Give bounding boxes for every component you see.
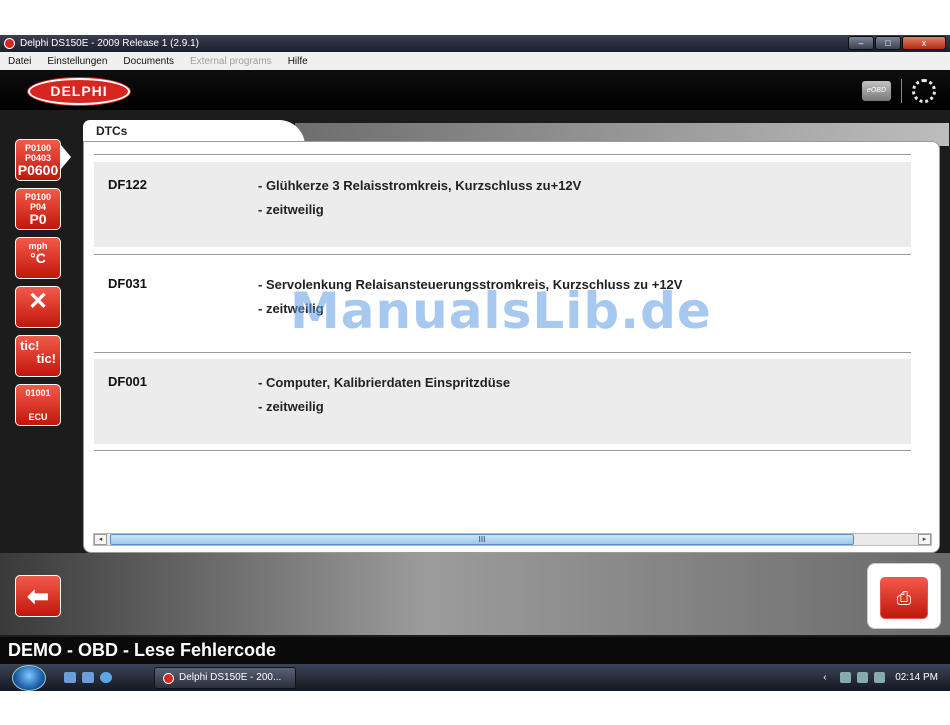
window-controls: – □ x [847,36,946,50]
app-icon [4,38,15,49]
switch-windows-icon[interactable] [82,672,94,683]
scroll-right-button[interactable]: ▸ [918,534,931,545]
print-button[interactable]: ⎙ [880,577,928,619]
system-tray: ‹ 02:14 PM [823,664,938,691]
taskbar-app-label: Delphi DS150E - 200... [179,672,282,683]
divider [94,450,911,451]
dtc-code: DF122 [108,177,148,192]
horizontal-scrollbar[interactable]: ◂ III ▸ [93,533,932,546]
ecu-button[interactable]: 01001 ECU [15,384,61,426]
menu-hilfe[interactable]: Hilfe [280,56,316,67]
dtc-text: - Computer, Kalibrierdaten Einspritzdüse [258,375,511,390]
divider [94,254,911,255]
dtc-code: DF031 [108,276,148,291]
volume-icon[interactable] [874,672,886,683]
read-dtc-icon: P0100 P0403 [24,143,52,163]
screen: Delphi DS150E - 2009 Release 1 (2.9.1) –… [0,35,950,691]
close-button[interactable]: x [902,36,946,50]
divider [94,352,911,353]
dtc-row[interactable]: DF122 - Glühkerze 3 Relaisstromkreis, Ku… [94,162,911,247]
header-divider [901,79,902,103]
printer-icon: ⎙ [896,588,912,608]
taskbar-app-button[interactable]: Delphi DS150E - 200... [154,667,296,689]
tab-dtcs-label: DTCs [96,124,128,138]
menu-bar: Datei Einstellungen Documents External p… [0,52,950,70]
read-dtc-button[interactable]: P0100 P0403 P0600 [15,139,61,181]
ecu-icon: 01001 [25,388,51,398]
tic-tic-button[interactable]: tic! tic! [15,335,61,377]
dtc-status: - zeitweilig [258,399,324,414]
dtc-description: - Computer, Kalibrierdaten Einspritzdüse… [258,371,510,419]
clear-dtc-button[interactable]: P0100 P04 P0 [15,188,61,230]
live-data-button[interactable]: mph °C [15,237,61,279]
menu-einstellungen[interactable]: Einstellungen [39,56,115,67]
scroll-left-button[interactable]: ◂ [94,534,107,545]
dtc-row[interactable]: DF001 - Computer, Kalibrierdaten Einspri… [94,359,911,444]
app-icon [163,673,174,684]
divider [94,154,911,155]
header-band: DELPHI eOBD [0,70,950,110]
menu-datei[interactable]: Datei [0,56,39,67]
eobd-badge[interactable]: eOBD [862,81,891,101]
dtc-panel: DF122 - Glühkerze 3 Relaisstromkreis, Ku… [83,141,940,553]
dtc-description: - Glühkerze 3 Relaisstromkreis, Kurzschl… [258,174,581,222]
settings-wheel-icon[interactable] [912,79,936,103]
dtc-text: - Glühkerze 3 Relaisstromkreis, Kurzschl… [258,178,582,193]
active-indicator [61,145,71,169]
menu-external-programs[interactable]: External programs [182,56,280,67]
bluetooth-icon[interactable] [840,672,852,683]
title-bar: Delphi DS150E - 2009 Release 1 (2.9.1) –… [0,35,950,52]
tray-chevron-icon[interactable]: ‹ [823,672,834,683]
watermark: ManualsLib.de [290,282,712,340]
scroll-thumb[interactable]: III [110,534,854,545]
internet-explorer-icon[interactable] [100,672,112,683]
minimize-button[interactable]: – [848,36,874,50]
tools-button[interactable]: ✕ [15,286,61,328]
back-arrow-icon: ⬅ [27,581,49,611]
network-icon[interactable] [857,672,869,683]
clock[interactable]: 02:14 PM [895,672,938,683]
print-frame: ⎙ [867,563,941,629]
dtc-code: DF001 [108,374,148,389]
start-button[interactable] [12,665,46,691]
taskbar: Delphi DS150E - 200... ‹ 02:14 PM [0,664,950,691]
clear-dtc-icon: P0100 P04 [24,192,52,212]
bottom-band [0,553,950,635]
delphi-logo: DELPHI [28,78,130,105]
window-title: Delphi DS150E - 2009 Release 1 (2.9.1) [20,38,199,49]
dtc-status: - zeitweilig [258,202,324,217]
status-text: DEMO - OBD - Lese Fehlercode [0,637,950,664]
maximize-button[interactable]: □ [875,36,901,50]
menu-documents[interactable]: Documents [115,56,182,67]
show-desktop-icon[interactable] [64,672,76,683]
back-button[interactable]: ⬅ [15,575,61,617]
